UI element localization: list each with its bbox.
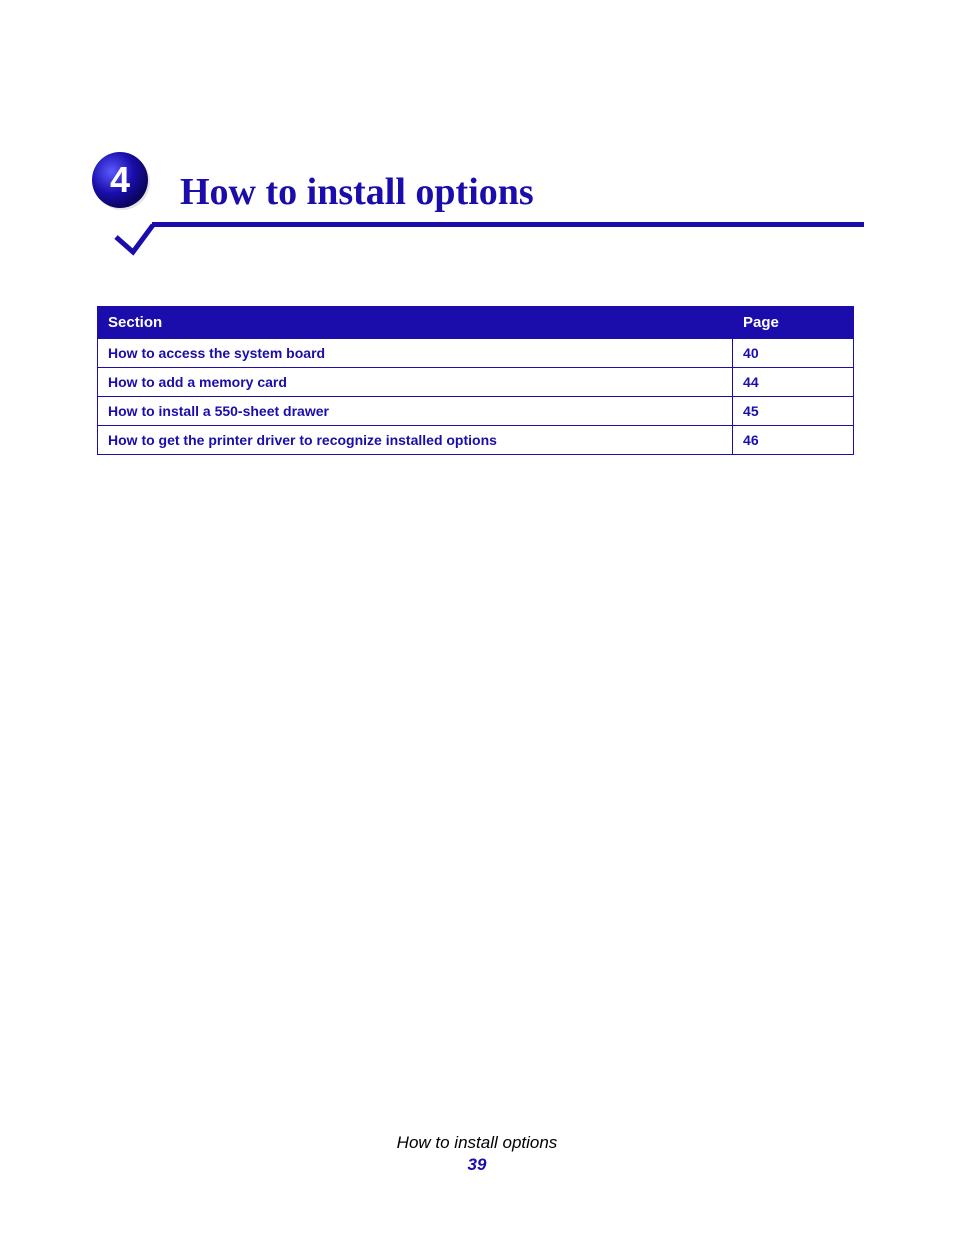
table-row: How to get the printer driver to recogni… — [98, 426, 854, 455]
toc-section-link[interactable]: How to install a 550-sheet drawer — [108, 403, 329, 419]
toc-page-link[interactable]: 46 — [743, 432, 759, 448]
table-row: How to access the system board 40 — [98, 339, 854, 368]
footer-title: How to install options — [0, 1133, 954, 1153]
toc-page-link[interactable]: 44 — [743, 374, 759, 390]
toc-section-link[interactable]: How to get the printer driver to recogni… — [108, 432, 497, 448]
svg-text:4: 4 — [110, 159, 130, 200]
toc-table: Section Page How to access the system bo… — [97, 306, 854, 455]
toc-page-link[interactable]: 40 — [743, 345, 759, 361]
table-row: How to add a memory card 44 — [98, 368, 854, 397]
toc-section-link[interactable]: How to access the system board — [108, 345, 325, 361]
footer-page-number: 39 — [0, 1155, 954, 1175]
toc-page-link[interactable]: 45 — [743, 403, 759, 419]
table-row: How to install a 550-sheet drawer 45 — [98, 397, 854, 426]
title-underline — [152, 222, 864, 227]
page-footer: How to install options 39 — [0, 1133, 954, 1175]
toc-section-link[interactable]: How to add a memory card — [108, 374, 287, 390]
table-header-row: Section Page — [98, 307, 854, 339]
header-section: Section — [98, 307, 733, 339]
title-diagonal-connector — [108, 222, 158, 262]
chapter-title: How to install options — [180, 170, 534, 214]
header-page: Page — [733, 307, 854, 339]
chapter-number-badge: 4 — [85, 145, 155, 215]
